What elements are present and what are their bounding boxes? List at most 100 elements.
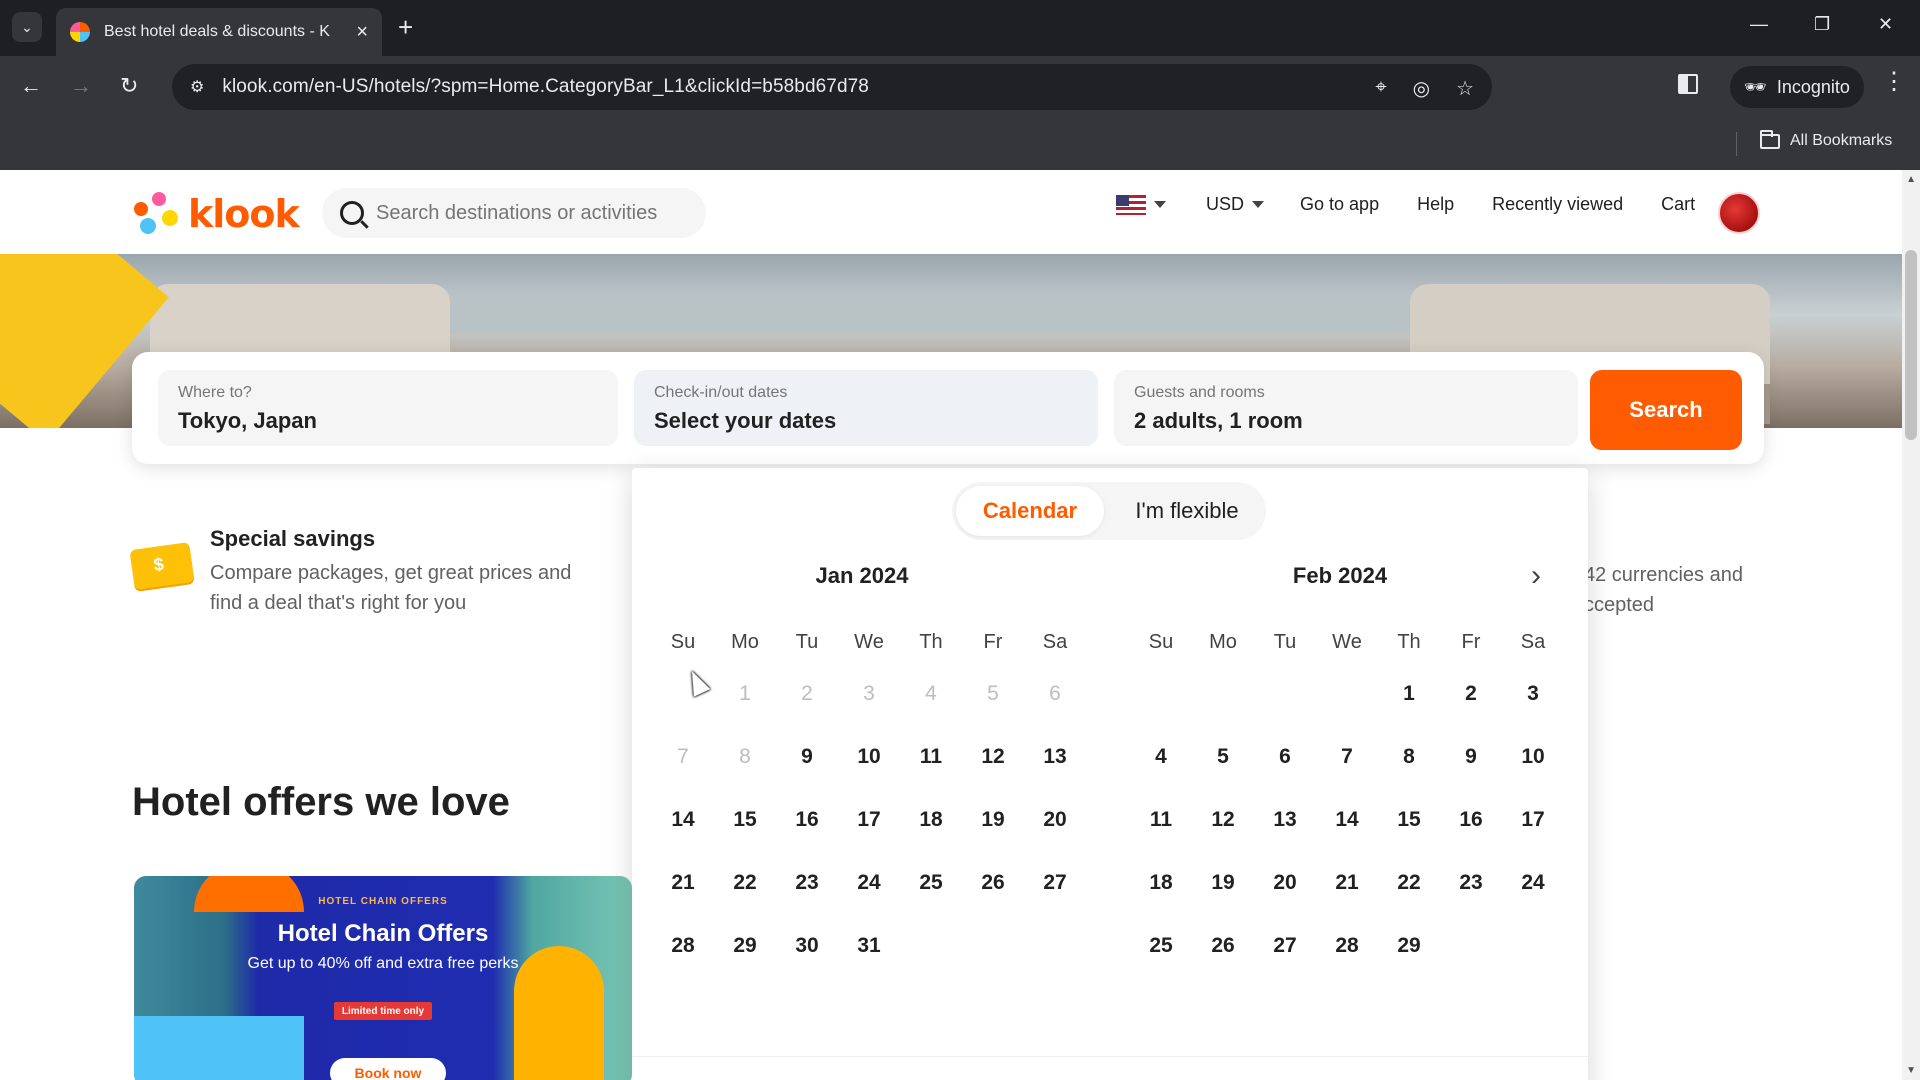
- dates-field[interactable]: Check-in/out dates Select your dates: [634, 370, 1098, 446]
- calendar-day[interactable]: 18: [900, 788, 962, 851]
- header-search-input[interactable]: Search destinations or activities: [322, 188, 706, 238]
- calendar-day[interactable]: 15: [714, 788, 776, 851]
- calendar-day[interactable]: 8: [1378, 725, 1440, 788]
- calendar-day[interactable]: 19: [962, 788, 1024, 851]
- scroll-down-icon[interactable]: ▼: [1906, 1065, 1916, 1076]
- nav-recently-viewed[interactable]: Recently viewed: [1492, 194, 1623, 215]
- calendar-day[interactable]: 31: [838, 914, 900, 977]
- guests-label: Guests and rooms: [1134, 384, 1265, 401]
- calendar-day[interactable]: 14: [652, 788, 714, 851]
- calendar-day[interactable]: 16: [776, 788, 838, 851]
- calendar-day[interactable]: 6: [1254, 725, 1316, 788]
- calendar-day[interactable]: 19: [1192, 851, 1254, 914]
- incognito-profile-button[interactable]: 🕶 Incognito: [1730, 66, 1864, 108]
- calendar-day[interactable]: 2: [1440, 662, 1502, 725]
- book-now-button[interactable]: Book now: [330, 1058, 446, 1080]
- calendar-day[interactable]: 10: [1502, 725, 1564, 788]
- minimize-icon[interactable]: —: [1750, 14, 1768, 35]
- address-bar[interactable]: ⚙ klook.com/en-US/hotels/?spm=Home.Categ…: [172, 64, 1492, 110]
- calendar-day[interactable]: 22: [714, 851, 776, 914]
- calendar-day[interactable]: 28: [1316, 914, 1378, 977]
- calendar-day[interactable]: 9: [776, 725, 838, 788]
- calendar-day[interactable]: 20: [1024, 788, 1086, 851]
- calendar-day[interactable]: 16: [1440, 788, 1502, 851]
- site-info-icon[interactable]: ⚙: [190, 77, 204, 97]
- restore-icon[interactable]: ❐: [1814, 14, 1830, 35]
- calendar-day[interactable]: 25: [1130, 914, 1192, 977]
- calendar-day[interactable]: 17: [838, 788, 900, 851]
- calendar-day[interactable]: 17: [1502, 788, 1564, 851]
- next-month-chevron-icon[interactable]: ›: [1518, 558, 1554, 594]
- promo-title: Hotel Chain Offers: [277, 920, 489, 947]
- calendar-day[interactable]: 14: [1316, 788, 1378, 851]
- tab-flexible[interactable]: I'm flexible: [1112, 486, 1262, 536]
- calendar-day[interactable]: 21: [652, 851, 714, 914]
- calendar-day[interactable]: 23: [1440, 851, 1502, 914]
- klook-logo[interactable]: klook: [132, 192, 300, 236]
- new-tab-button[interactable]: +: [398, 14, 413, 40]
- destination-field[interactable]: Where to? Tokyo, Japan: [158, 370, 618, 446]
- calendar-day[interactable]: 12: [962, 725, 1024, 788]
- scroll-up-icon[interactable]: ▲: [1906, 174, 1916, 185]
- calendar-day[interactable]: 11: [1130, 788, 1192, 851]
- side-panel-icon[interactable]: [1678, 74, 1698, 94]
- tab-search-button[interactable]: ⌄: [12, 12, 42, 42]
- nav-go-to-app[interactable]: Go to app: [1300, 194, 1379, 215]
- calendar-day[interactable]: 26: [1192, 914, 1254, 977]
- nav-cart[interactable]: Cart: [1661, 194, 1695, 215]
- calendar-day[interactable]: 23: [776, 851, 838, 914]
- calendar-day[interactable]: 29: [1378, 914, 1440, 977]
- calendar-day[interactable]: 24: [1502, 851, 1564, 914]
- reload-icon[interactable]: ↻: [120, 74, 138, 98]
- browser-tab-active[interactable]: Best hotel deals & discounts - K ×: [56, 8, 382, 56]
- avatar[interactable]: [1718, 192, 1760, 234]
- weekday-header: Su: [1148, 631, 1174, 653]
- calendar-day[interactable]: 20: [1254, 851, 1316, 914]
- calendar-day[interactable]: 1: [1378, 662, 1440, 725]
- currency-selector[interactable]: USD: [1206, 194, 1265, 215]
- search-button[interactable]: Search: [1590, 370, 1742, 450]
- close-window-icon[interactable]: ✕: [1878, 14, 1893, 35]
- eye-off-icon[interactable]: ◎: [1413, 76, 1430, 101]
- forward-icon[interactable]: →: [70, 74, 92, 98]
- hotel-chain-offers-card[interactable]: HOTEL CHAIN OFFERS Hotel Chain Offers Ge…: [134, 876, 632, 1080]
- calendar-day[interactable]: 22: [1378, 851, 1440, 914]
- calendar-day[interactable]: 5: [1192, 725, 1254, 788]
- calendar-day[interactable]: 21: [1316, 851, 1378, 914]
- calendar-day[interactable]: 24: [838, 851, 900, 914]
- calendar-day[interactable]: 4: [1130, 725, 1192, 788]
- calendar-day[interactable]: 12: [1192, 788, 1254, 851]
- calendar-day[interactable]: 7: [1316, 725, 1378, 788]
- calendar-day[interactable]: 9: [1440, 725, 1502, 788]
- calendar-day[interactable]: 13: [1254, 788, 1316, 851]
- destination-value: Tokyo, Japan: [178, 408, 317, 433]
- calendar-day[interactable]: 27: [1254, 914, 1316, 977]
- guests-field[interactable]: Guests and rooms 2 adults, 1 room: [1114, 370, 1578, 446]
- all-bookmarks-button[interactable]: All Bookmarks: [1760, 129, 1892, 150]
- tab-calendar[interactable]: Calendar: [956, 486, 1104, 536]
- calendar-day[interactable]: 15: [1378, 788, 1440, 851]
- language-selector[interactable]: [1116, 194, 1166, 215]
- calendar-day[interactable]: 11: [900, 725, 962, 788]
- location-blocked-icon[interactable]: ⌖: [1375, 76, 1386, 101]
- calendar-day[interactable]: 26: [962, 851, 1024, 914]
- calendar-day[interactable]: 10: [838, 725, 900, 788]
- bookmarks-separator: [1736, 132, 1737, 156]
- calendar-day[interactable]: 27: [1024, 851, 1086, 914]
- feature-special-savings: Special savings Compare packages, get gr…: [129, 526, 590, 618]
- calendar-day[interactable]: 18: [1130, 851, 1192, 914]
- nav-help[interactable]: Help: [1417, 194, 1454, 215]
- calendar-day[interactable]: 30: [776, 914, 838, 977]
- calendar-day[interactable]: 3: [1502, 662, 1564, 725]
- calendar-day[interactable]: 28: [652, 914, 714, 977]
- calendar-day[interactable]: 29: [714, 914, 776, 977]
- browser-menu-icon[interactable]: ⋮: [1882, 70, 1906, 94]
- back-icon[interactable]: ←: [20, 74, 42, 98]
- calendar-day[interactable]: 13: [1024, 725, 1086, 788]
- calendar-day[interactable]: 25: [900, 851, 962, 914]
- close-tab-icon[interactable]: ×: [356, 21, 368, 44]
- page-scrollbar[interactable]: ▲ ▼: [1902, 170, 1920, 1080]
- url-text[interactable]: klook.com/en-US/hotels/?spm=Home.Categor…: [222, 76, 869, 98]
- scrollbar-thumb[interactable]: [1905, 250, 1917, 440]
- star-bookmark-icon[interactable]: ☆: [1456, 76, 1474, 101]
